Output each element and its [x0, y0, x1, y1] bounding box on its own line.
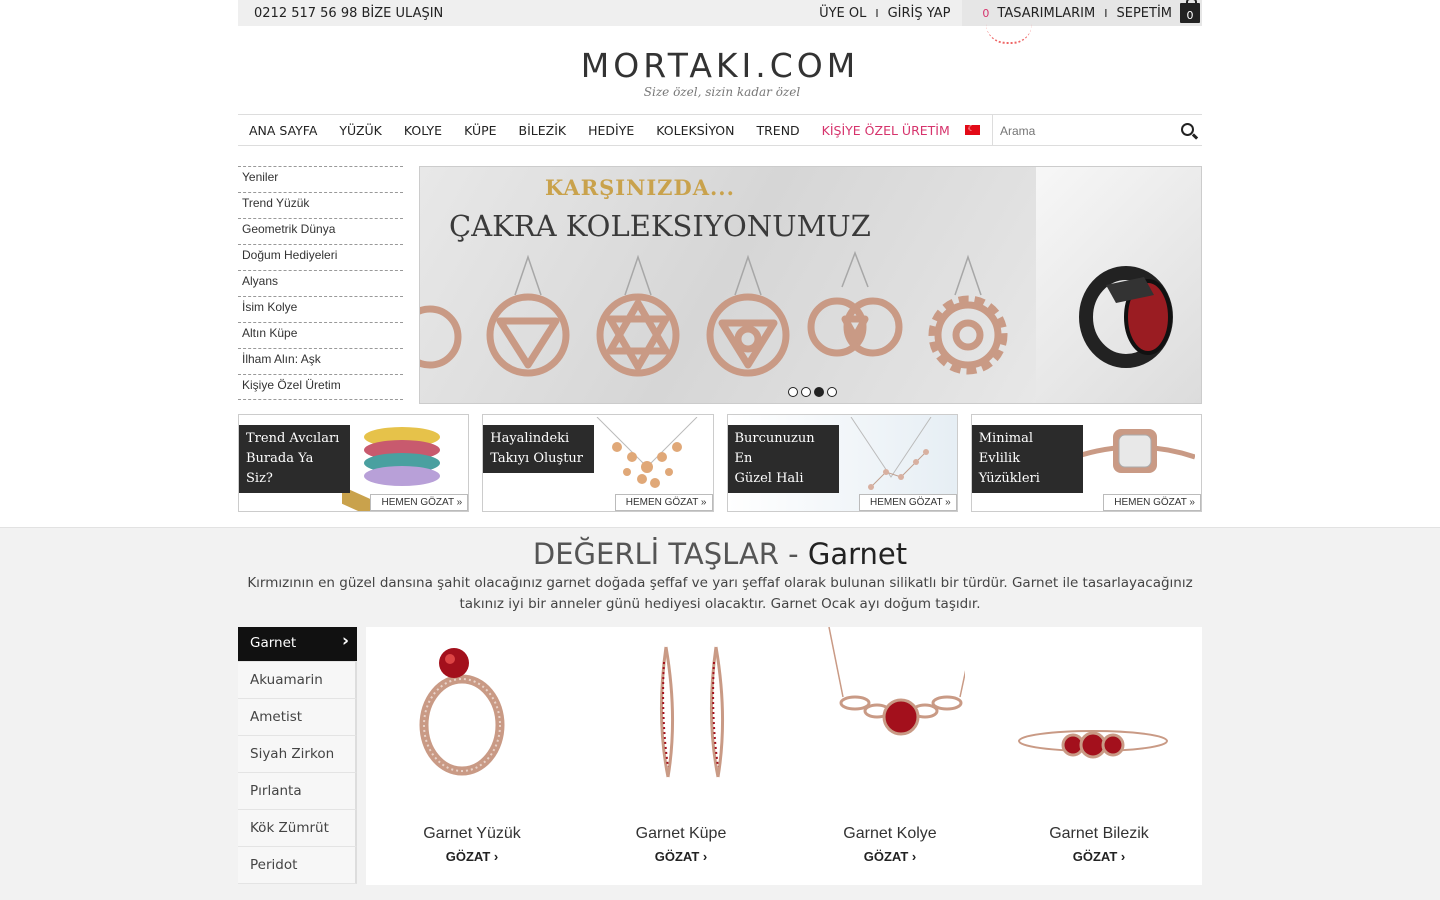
hero-ring-panel [1036, 167, 1201, 403]
browse-now-button[interactable]: HEMEN GÖZAT » [370, 494, 469, 511]
site-logo[interactable]: MORTAKI.COM [0, 46, 1440, 85]
product-grid: Garnet Yüzük GÖZAT › Garnet Küpe GÖZAT ›… [366, 627, 1202, 885]
promo-tile-wedding[interactable]: Minimal Evlilik Yüzükleri HEMEN GÖZAT » [970, 414, 1202, 512]
product-name: Garnet Küpe [635, 825, 727, 842]
sidebar-item-gold-earring[interactable]: Altın Küpe [238, 322, 403, 348]
search-input[interactable] [993, 118, 1163, 143]
garnet-ring-image [419, 648, 505, 776]
search-icon[interactable] [1181, 123, 1194, 136]
nav-custom[interactable]: KİŞİYE ÖZEL ÜRETİM [822, 123, 950, 138]
gem-tab-black-zircon[interactable]: Siyah Zirkon [238, 736, 357, 773]
gem-tab-peridot[interactable]: Peridot [238, 847, 357, 884]
promo-label: Burcunuzun En Güzel Hali [727, 425, 839, 493]
nav-rings[interactable]: YÜZÜK [339, 123, 381, 138]
cart-area: 0 TASARIMLARIM I SEPETİM 0 [962, 0, 1202, 26]
login-link[interactable]: GİRİŞ YAP [888, 6, 951, 21]
nav-gifts[interactable]: HEDİYE [588, 123, 634, 138]
gemstone-list: Garnet Akuamarin Ametist Siyah Zirkon Pı… [238, 627, 357, 884]
browse-now-button[interactable]: HEMEN GÖZAT » [614, 494, 713, 511]
hero-slider[interactable]: KARŞINIZDA... ÇAKRA KOLEKSIYONUMUZ [419, 166, 1202, 404]
garnet-earrings-image [659, 646, 725, 778]
hero-title: ÇAKRA KOLEKSIYONUMUZ [449, 209, 871, 243]
slider-dot-4[interactable] [827, 387, 837, 397]
product-name: Garnet Kolye [843, 825, 937, 842]
decorative-swirl [986, 24, 1032, 44]
browse-link[interactable]: GÖZAT › [366, 849, 578, 864]
main-nav: ANA SAYFA YÜZÜK KOLYE KÜPE BİLEZİK HEDİY… [238, 114, 1202, 146]
nav-home[interactable]: ANA SAYFA [249, 123, 317, 138]
contact-phone[interactable]: 0212 517 56 98 BİZE ULAŞIN [254, 6, 443, 21]
gem-tab-emerald[interactable]: Kök Zümrüt [238, 810, 357, 847]
promo-tiles: Trend Avcıları Burada Ya Siz? HEMEN GÖZAT… [238, 414, 1202, 512]
browse-now-button[interactable]: HEMEN GÖZAT » [858, 494, 957, 511]
slider-dot-3[interactable] [814, 387, 824, 397]
slider-dot-1[interactable] [788, 387, 798, 397]
gem-tab-aquamarine[interactable]: Akuamarin [238, 662, 357, 699]
top-bar: 0212 517 56 98 BİZE ULAŞIN ÜYE OL I GİRİ… [238, 0, 1202, 26]
sidebar-item-wedding-band[interactable]: Alyans [238, 270, 403, 296]
promo-label: Trend Avcıları Burada Ya Siz? [239, 425, 350, 493]
register-link[interactable]: ÜYE OL [819, 6, 866, 21]
product-name: Garnet Yüzük [423, 825, 521, 842]
nav-trend[interactable]: TREND [756, 123, 799, 138]
promo-label: Minimal Evlilik Yüzükleri [971, 425, 1083, 493]
nav-bracelets[interactable]: BİLEZİK [519, 123, 567, 138]
product-card[interactable]: Garnet Yüzük GÖZAT › [366, 627, 575, 885]
category-sidebar: Yeniler Trend Yüzük Geometrik Dünya Doğu… [238, 166, 403, 400]
gem-tab-garnet[interactable]: Garnet [238, 627, 357, 662]
sidebar-item-inspiration-love[interactable]: İlham Alın: Aşk [238, 348, 403, 374]
sidebar-item-birth-gifts[interactable]: Doğum Hediyeleri [238, 244, 403, 270]
garnet-necklace-image [828, 627, 965, 736]
sidebar-item-new[interactable]: Yeniler [238, 166, 403, 192]
halo-ring-image [1075, 429, 1195, 473]
sidebar-item-custom[interactable]: Kişiye Özel Üretim [238, 374, 403, 400]
browse-now-button[interactable]: HEMEN GÖZAT » [1103, 494, 1201, 511]
promo-label: Hayalindeki Takıyı Oluştur [483, 425, 595, 473]
promo-tile-zodiac[interactable]: Burcunuzun En Güzel Hali HEMEN GÖZAT » [726, 414, 958, 512]
molecule-necklace-image [596, 417, 697, 488]
section-description: Kırmızının en güzel dansına şahit olacağ… [247, 575, 1193, 612]
browse-link[interactable]: GÖZAT › [784, 849, 996, 864]
sidebar-item-name-necklace[interactable]: İsim Kolye [238, 296, 403, 322]
gem-tab-diamond[interactable]: Pırlanta [238, 773, 357, 810]
product-card[interactable]: Garnet Küpe GÖZAT › [575, 627, 784, 885]
browse-link[interactable]: GÖZAT › [993, 849, 1205, 864]
product-name: Garnet Bilezik [1049, 825, 1149, 842]
separator: I [875, 6, 879, 20]
browse-link[interactable]: GÖZAT › [575, 849, 787, 864]
sidebar-item-trend-ring[interactable]: Trend Yüzük [238, 192, 403, 218]
product-card[interactable]: Garnet Kolye GÖZAT › [784, 627, 993, 885]
account-links: ÜYE OL I GİRİŞ YAP 0 TASARIMLARIM I SEPE… [819, 0, 1202, 26]
cart-link[interactable]: SEPETİM [1116, 6, 1172, 21]
promo-tile-trend[interactable]: Trend Avcıları Burada Ya Siz? HEMEN GÖZAT… [238, 414, 470, 512]
separator: I [1104, 6, 1108, 20]
product-card[interactable]: Garnet Bilezik GÖZAT › [993, 627, 1202, 885]
ring-image [1079, 266, 1173, 368]
search-box [992, 115, 1202, 146]
nav-earrings[interactable]: KÜPE [464, 123, 496, 138]
shopping-bag-icon[interactable]: 0 [1180, 0, 1200, 23]
slider-dots [788, 387, 837, 397]
sidebar-item-geometric[interactable]: Geometrik Dünya [238, 218, 403, 244]
garnet-bracelet-image [1018, 730, 1168, 759]
promo-tile-design[interactable]: Hayalindeki Takıyı Oluştur HEMEN GÖZAT » [482, 414, 714, 512]
chakra-pendants-image [420, 250, 1008, 377]
slider-dot-2[interactable] [801, 387, 811, 397]
nav-necklaces[interactable]: KOLYE [404, 123, 442, 138]
my-designs-link[interactable]: TASARIMLARIM [997, 6, 1095, 21]
cart-count: 0 [1186, 9, 1194, 22]
turkish-flag-icon [964, 124, 980, 135]
site-tagline: Size özel, sizin kadar özel [643, 85, 801, 99]
designs-count: 0 [982, 6, 990, 20]
section-title: DEĞERLİ TAŞLAR - Garnet [532, 537, 908, 571]
gem-tab-amethyst[interactable]: Ametist [238, 699, 357, 736]
hero-subtitle: KARŞINIZDA... [545, 175, 735, 200]
nav-collections[interactable]: KOLEKSİYON [656, 123, 734, 138]
